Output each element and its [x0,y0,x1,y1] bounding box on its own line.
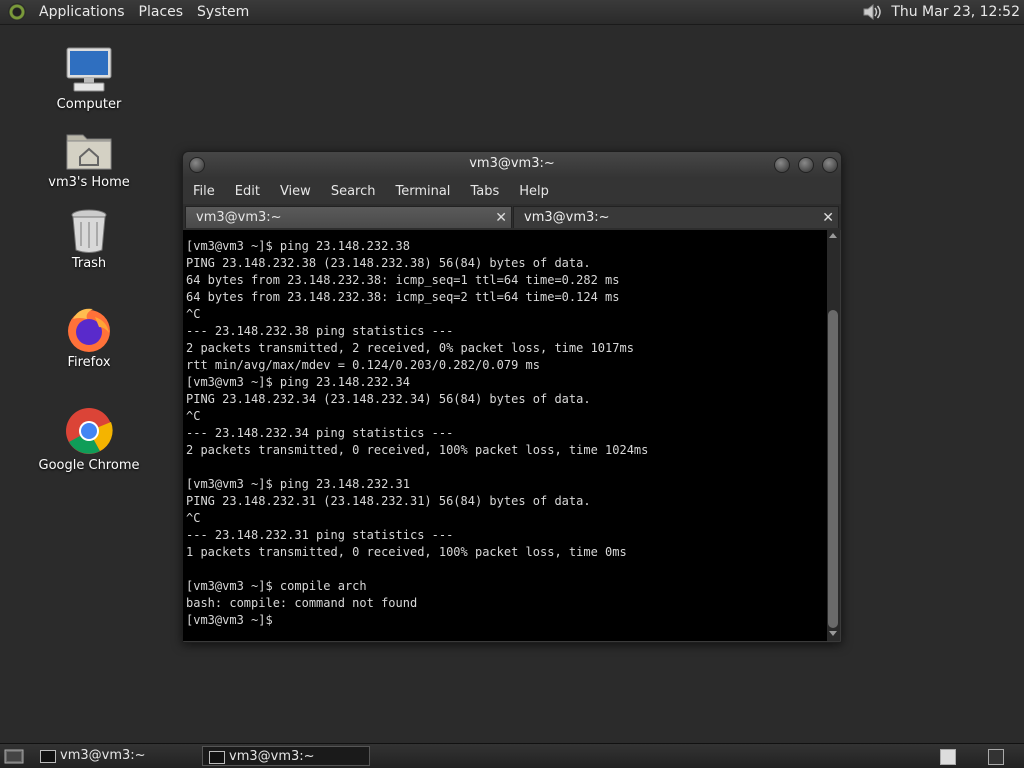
taskbar-item-2[interactable]: vm3@vm3:~ [202,746,370,766]
terminal-line: 64 bytes from 23.148.232.38: icmp_seq=1 … [186,273,620,287]
bottom-panel: vm3@vm3:~ vm3@vm3:~ [0,743,1024,768]
desktop-icon-label: Computer [56,97,122,112]
terminal-line: 2 packets transmitted, 0 received, 100% … [186,443,649,457]
menu-tabs[interactable]: Tabs [460,184,509,199]
minimize-button[interactable] [774,157,790,173]
window-titlebar[interactable]: vm3@vm3:~ [183,152,841,178]
top-panel: Applications Places System Thu Mar 23, 1… [0,0,1024,25]
desktop-icon-firefox[interactable]: Firefox [34,307,144,370]
maximize-button[interactable] [798,157,814,173]
volume-icon[interactable] [861,2,883,22]
terminal-line: --- 23.148.232.31 ping statistics --- [186,528,454,542]
task-label: vm3@vm3:~ [229,749,315,764]
terminal-line: bash: compile: command not found [186,596,418,610]
terminal-line: ^C [186,307,201,321]
terminal-icon [209,751,225,764]
terminal-icon [40,750,56,763]
menu-file[interactable]: File [183,184,225,199]
workspace-1[interactable] [940,749,956,765]
menu-places[interactable]: Places [132,4,191,20]
terminal-line: [vm3@vm3 ~]$ compile arch [186,579,367,593]
scrollbar[interactable] [827,230,840,641]
close-button[interactable] [822,157,838,173]
home-folder-icon [66,134,112,170]
terminal-line: --- 23.148.232.38 ping statistics --- [186,324,454,338]
terminal-output[interactable]: [vm3@vm3 ~]$ ping 23.148.232.38 PING 23.1… [183,230,827,641]
terminal-line: PING 23.148.232.38 (23.148.232.38) 56(84… [186,256,591,270]
show-desktop-icon[interactable] [4,747,24,765]
terminal-line: ^C [186,511,201,525]
trash-icon [71,209,107,253]
desktop-icon-label: Google Chrome [38,458,140,473]
terminal-line: 1 packets transmitted, 0 received, 100% … [186,545,627,559]
menu-edit[interactable]: Edit [225,184,270,199]
terminal-line: --- 23.148.232.34 ping statistics --- [186,426,454,440]
menu-view[interactable]: View [270,184,321,199]
scroll-down-icon[interactable] [829,631,837,636]
tab-label: vm3@vm3:~ [196,210,282,225]
terminal-window: vm3@vm3:~ File Edit View Search Terminal… [182,151,842,643]
distro-logo-icon[interactable] [8,3,26,21]
menu-applications[interactable]: Applications [32,4,132,20]
tab-bar: vm3@vm3:~ ✕ vm3@vm3:~ ✕ [183,204,841,230]
desktop-icon-label: vm3's Home [48,175,130,190]
terminal-line: [vm3@vm3 ~]$ [186,613,280,627]
terminal-line: ^C [186,409,201,423]
menu-terminal[interactable]: Terminal [385,184,460,199]
terminal-line: [vm3@vm3 ~]$ ping 23.148.232.34 [186,375,410,389]
clock[interactable]: Thu Mar 23, 12:52 [891,4,1024,20]
taskbar-item-1[interactable]: vm3@vm3:~ [34,746,194,766]
tab-2[interactable]: vm3@vm3:~ ✕ [513,206,839,228]
menu-system[interactable]: System [190,4,256,20]
desktop-icon-chrome[interactable]: Google Chrome [34,406,144,473]
terminal-line: [vm3@vm3 ~]$ ping 23.148.232.31 [186,477,410,491]
desktop-icon-label: Trash [71,256,107,271]
tab-close-icon[interactable]: ✕ [495,207,507,229]
window-title: vm3@vm3:~ [469,156,555,171]
terminal-line: rtt min/avg/max/mdev = 0.124/0.203/0.282… [186,358,541,372]
terminal-line: PING 23.148.232.34 (23.148.232.34) 56(84… [186,392,591,406]
task-label: vm3@vm3:~ [60,748,146,763]
terminal-line: 64 bytes from 23.148.232.38: icmp_seq=2 … [186,290,620,304]
computer-icon [66,47,112,92]
firefox-icon [68,308,110,352]
terminal-line: PING 23.148.232.31 (23.148.232.31) 56(84… [186,494,591,508]
tab-close-icon[interactable]: ✕ [822,207,834,229]
window-menubar: File Edit View Search Terminal Tabs Help [183,178,841,204]
system-tray: Thu Mar 23, 12:52 [861,0,1024,24]
chrome-icon [66,408,113,454]
desktop-icon-computer[interactable]: Computer [34,45,144,112]
menu-help[interactable]: Help [509,184,559,199]
tab-1[interactable]: vm3@vm3:~ ✕ [185,206,512,228]
scrollbar-thumb[interactable] [828,310,838,628]
terminal-line: 2 packets transmitted, 2 received, 0% pa… [186,341,634,355]
desktop-icon-home[interactable]: vm3's Home [34,127,144,190]
workspace-2[interactable] [988,749,1004,765]
desktop-icon-trash[interactable]: Trash [34,208,144,271]
tab-label: vm3@vm3:~ [524,210,610,225]
scroll-up-icon[interactable] [829,233,837,238]
menu-search[interactable]: Search [321,184,386,199]
desktop-icon-label: Firefox [67,355,111,370]
terminal-line: [vm3@vm3 ~]$ ping 23.148.232.38 [186,239,410,253]
